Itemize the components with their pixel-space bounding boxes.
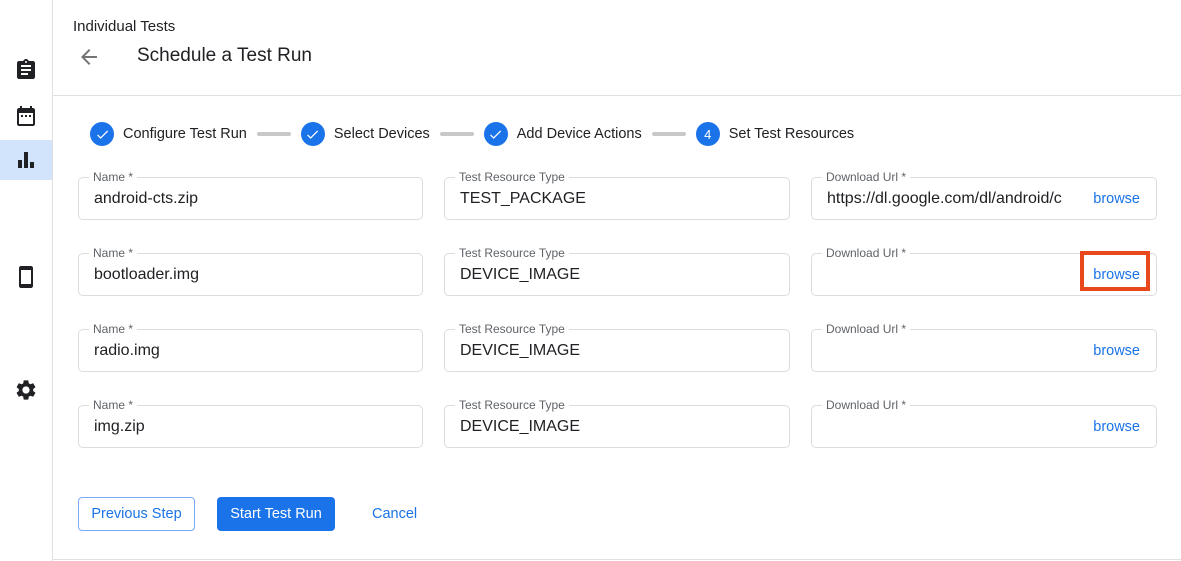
step-label: Configure Test Run	[123, 126, 247, 142]
start-test-run-button[interactable]: Start Test Run	[217, 497, 335, 531]
download-url-field-label: Download Url *	[822, 322, 910, 336]
step-number-badge: 4	[696, 122, 720, 146]
sidebar-item-test-plans[interactable]	[0, 96, 52, 136]
step-configure-test-run[interactable]: Configure Test Run	[90, 122, 247, 146]
step-complete-check-icon	[90, 122, 114, 146]
name-field-label: Name *	[89, 246, 137, 260]
name-field-value: radio.img	[79, 330, 422, 371]
download-url-field[interactable]: Download Url * https://dl.google.com/dl/…	[811, 177, 1157, 220]
resource-type-field[interactable]: Test Resource Type DEVICE_IMAGE	[444, 253, 790, 296]
resource-type-field-value: DEVICE_IMAGE	[445, 330, 789, 371]
resource-type-field-label: Test Resource Type	[455, 246, 569, 260]
header-divider	[53, 95, 1181, 96]
name-field[interactable]: Name * bootloader.img	[78, 253, 423, 296]
stepper: Configure Test Run Select Devices Add De…	[90, 122, 854, 146]
arrow-back-icon	[77, 45, 101, 69]
cancel-button[interactable]: Cancel	[372, 497, 417, 531]
step-set-test-resources[interactable]: 4 Set Test Resources	[696, 122, 854, 146]
download-url-field-label: Download Url *	[822, 246, 910, 260]
name-field-value: img.zip	[79, 406, 422, 447]
download-url-field-label: Download Url *	[822, 398, 910, 412]
browse-link[interactable]: browse	[1085, 343, 1156, 359]
step-connector	[257, 132, 291, 136]
download-url-field-value	[812, 406, 1085, 447]
back-button[interactable]	[77, 45, 103, 71]
step-complete-check-icon	[484, 122, 508, 146]
bottom-divider	[53, 559, 1181, 560]
browse-link[interactable]: browse	[1085, 419, 1156, 435]
resource-type-field[interactable]: Test Resource Type DEVICE_IMAGE	[444, 329, 790, 372]
name-field-label: Name *	[89, 322, 137, 336]
settings-icon	[14, 378, 38, 402]
name-field[interactable]: Name * android-cts.zip	[78, 177, 423, 220]
step-select-devices[interactable]: Select Devices	[301, 122, 430, 146]
sidebar-item-settings[interactable]	[0, 370, 52, 410]
resource-type-field[interactable]: Test Resource Type DEVICE_IMAGE	[444, 405, 790, 448]
download-url-field[interactable]: Download Url * browse	[811, 405, 1157, 448]
name-field-label: Name *	[89, 170, 137, 184]
resource-type-field[interactable]: Test Resource Type TEST_PACKAGE	[444, 177, 790, 220]
download-url-field[interactable]: Download Url * browse	[811, 253, 1157, 296]
bar-chart-icon	[14, 148, 38, 172]
smartphone-icon	[14, 265, 38, 289]
step-label: Select Devices	[334, 126, 430, 142]
resource-type-field-label: Test Resource Type	[455, 170, 569, 184]
page-title: Schedule a Test Run	[137, 45, 312, 67]
step-complete-check-icon	[301, 122, 325, 146]
sidebar	[0, 0, 53, 561]
resource-type-field-value: DEVICE_IMAGE	[445, 406, 789, 447]
step-add-device-actions[interactable]: Add Device Actions	[484, 122, 642, 146]
sidebar-item-test-runs[interactable]	[0, 140, 52, 180]
previous-step-button[interactable]: Previous Step	[78, 497, 195, 531]
resource-type-field-label: Test Resource Type	[455, 398, 569, 412]
step-connector	[652, 132, 686, 136]
download-url-field-value: https://dl.google.com/dl/android/c	[812, 178, 1085, 219]
sidebar-item-tests[interactable]	[0, 50, 52, 90]
step-label: Add Device Actions	[517, 126, 642, 142]
name-field-value: bootloader.img	[79, 254, 422, 295]
name-field[interactable]: Name * img.zip	[78, 405, 423, 448]
sidebar-item-devices[interactable]	[0, 257, 52, 297]
download-url-field[interactable]: Download Url * browse	[811, 329, 1157, 372]
resource-type-field-label: Test Resource Type	[455, 322, 569, 336]
download-url-field-value	[812, 254, 1085, 295]
page-header: Individual Tests Schedule a Test Run	[53, 0, 1181, 95]
step-connector	[440, 132, 474, 136]
name-field[interactable]: Name * radio.img	[78, 329, 423, 372]
resource-type-field-value: TEST_PACKAGE	[445, 178, 789, 219]
name-field-value: android-cts.zip	[79, 178, 422, 219]
browse-link[interactable]: browse	[1085, 267, 1156, 283]
browse-link[interactable]: browse	[1085, 191, 1156, 207]
assignment-icon	[14, 58, 38, 82]
breadcrumb: Individual Tests	[73, 18, 175, 35]
name-field-label: Name *	[89, 398, 137, 412]
download-url-field-value	[812, 330, 1085, 371]
test-resources-form: Name * android-cts.zip Test Resource Typ…	[78, 177, 1157, 448]
download-url-field-label: Download Url *	[822, 170, 910, 184]
calendar-icon	[14, 104, 38, 128]
resource-type-field-value: DEVICE_IMAGE	[445, 254, 789, 295]
step-label: Set Test Resources	[729, 126, 854, 142]
action-bar: Previous Step Start Test Run Cancel	[78, 497, 417, 531]
